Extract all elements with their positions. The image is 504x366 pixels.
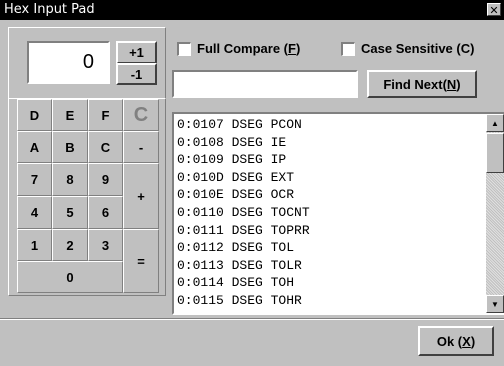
list-item[interactable]: 0:0108 DSEG IE [177, 134, 310, 152]
key-e[interactable]: E [52, 99, 88, 131]
list-item[interactable]: 0:0109 DSEG IP [177, 151, 310, 169]
key-c[interactable]: C [88, 131, 123, 163]
symbol-list[interactable]: 0:0107 DSEG PCON 0:0108 DSEG IE 0:0109 DSE… [172, 112, 504, 315]
scroll-up-icon[interactable]: ▲ [486, 114, 504, 132]
key-a[interactable]: A [17, 131, 52, 163]
search-input[interactable] [172, 70, 358, 98]
key-0[interactable]: 0 [17, 261, 123, 293]
list-item[interactable]: 0:010E DSEG OCR [177, 186, 310, 204]
key-6[interactable]: 6 [88, 196, 123, 229]
key-8[interactable]: 8 [52, 163, 88, 196]
case-sensitive-label[interactable]: Case Sensitive (C) [361, 41, 474, 56]
title-bar: Hex Input Pad ✕ [0, 0, 504, 20]
list-item[interactable]: 0:010D DSEG EXT [177, 169, 310, 187]
equals-key[interactable]: = [123, 229, 159, 293]
keypad: D E F C A B C - 7 8 9 + 4 5 6 1 2 3 = 0 [8, 98, 166, 296]
key-7[interactable]: 7 [17, 163, 52, 196]
scroll-down-icon[interactable]: ▼ [486, 295, 504, 313]
window-title: Hex Input Pad [4, 2, 95, 17]
increment-button[interactable]: +1 [116, 41, 157, 64]
key-9[interactable]: 9 [88, 163, 123, 196]
list-item[interactable]: 0:0112 DSEG TOL [177, 239, 310, 257]
full-compare-checkbox[interactable] [177, 42, 191, 56]
list-item[interactable]: 0:0107 DSEG PCON [177, 116, 310, 134]
find-next-button[interactable]: Find Next(N) [367, 70, 477, 98]
key-4[interactable]: 4 [17, 196, 52, 229]
footer-divider [0, 318, 504, 320]
list-item[interactable]: 0:0114 DSEG TOH [177, 274, 310, 292]
key-d[interactable]: D [17, 99, 52, 131]
key-b[interactable]: B [52, 131, 88, 163]
plus-key[interactable]: + [123, 163, 159, 229]
vertical-scrollbar[interactable]: ▲ ▼ [486, 114, 504, 313]
clear-key[interactable]: C [123, 99, 159, 131]
list-item[interactable]: 0:0111 DSEG TOPRR [177, 222, 310, 240]
minus-key[interactable]: - [123, 131, 159, 163]
scroll-thumb[interactable] [486, 133, 504, 173]
key-5[interactable]: 5 [52, 196, 88, 229]
key-1[interactable]: 1 [17, 229, 52, 261]
key-2[interactable]: 2 [52, 229, 88, 261]
close-icon[interactable]: ✕ [487, 3, 501, 17]
case-sensitive-checkbox[interactable] [341, 42, 355, 56]
ok-button[interactable]: Ok (X) [418, 326, 494, 356]
key-f[interactable]: F [88, 99, 123, 131]
key-3[interactable]: 3 [88, 229, 123, 261]
value-display: 0 [27, 41, 110, 84]
full-compare-label[interactable]: Full Compare (F) [197, 41, 300, 56]
decrement-button[interactable]: -1 [116, 63, 157, 85]
symbol-list-items: 0:0107 DSEG PCON 0:0108 DSEG IE 0:0109 DSE… [177, 116, 310, 310]
list-item[interactable]: 0:0113 DSEG TOLR [177, 257, 310, 275]
list-item[interactable]: 0:0110 DSEG TOCNT [177, 204, 310, 222]
list-item[interactable]: 0:0115 DSEG TOHR [177, 292, 310, 310]
